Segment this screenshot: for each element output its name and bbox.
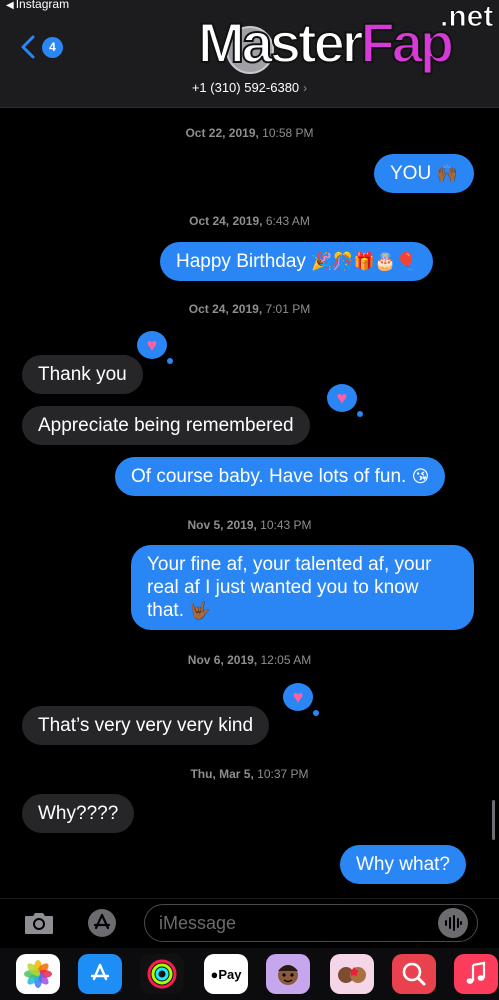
waveform-icon bbox=[445, 915, 462, 931]
conversation-header: ◀ Instagram 4 +1 (310) 592-6380 › MasterFa… bbox=[0, 0, 499, 108]
web-search-app-button[interactable] bbox=[392, 954, 436, 994]
web-search-icon bbox=[402, 962, 426, 986]
back-to-app-link[interactable]: ◀ Instagram bbox=[6, 0, 69, 11]
message-input-placeholder: iMessage bbox=[159, 913, 237, 933]
message-text: YOU bbox=[390, 163, 432, 184]
tapback-reaction[interactable]: ♥ bbox=[324, 381, 363, 417]
timestamp: Oct 24, 2019, 6:43 AM bbox=[189, 214, 310, 228]
message-emoji: 🎉🎊🎁🎂🎈 bbox=[311, 252, 418, 271]
outgoing-message[interactable]: Why what? bbox=[340, 845, 466, 884]
heart-icon: ♥ bbox=[336, 388, 348, 408]
heart-icon: ♥ bbox=[146, 335, 158, 355]
incoming-message[interactable]: Appreciate being remembered bbox=[22, 406, 310, 445]
back-triangle-icon: ◀ bbox=[6, 0, 14, 11]
unread-badge: 4 bbox=[42, 36, 63, 58]
memoji-icon bbox=[278, 965, 298, 985]
incoming-message[interactable]: Why???? bbox=[22, 794, 135, 833]
apple-icon: ● bbox=[210, 966, 219, 982]
outgoing-message[interactable]: Your fine af, your talented af, your rea… bbox=[131, 545, 474, 630]
timestamp: Oct 22, 2019, 10:58 PM bbox=[185, 126, 314, 140]
watermark-accent: Fap bbox=[360, 10, 456, 75]
timestamp: Nov 5, 2019, 10:43 PM bbox=[187, 518, 312, 532]
watermark-main: Master bbox=[197, 10, 365, 75]
app-store-button[interactable] bbox=[82, 907, 122, 939]
outgoing-message[interactable]: Happy Birthday 🎉🎊🎁🎂🎈 bbox=[160, 242, 434, 281]
message-emoji: 🤟🏾 bbox=[189, 601, 211, 620]
photos-app-button[interactable] bbox=[16, 954, 60, 994]
back-app-label: Instagram bbox=[15, 0, 70, 11]
incoming-message[interactable]: Thank you bbox=[22, 355, 143, 394]
message-text: Why???? bbox=[38, 803, 119, 824]
message-emoji: 😘 bbox=[411, 467, 430, 486]
activity-icon bbox=[147, 959, 177, 989]
message-text: Appreciate being remembered bbox=[38, 415, 294, 436]
contact-name-button[interactable]: +1 (310) 592-6380 › bbox=[0, 80, 499, 95]
scrollbar[interactable] bbox=[492, 800, 495, 840]
message-emoji: 🙌🏾 bbox=[436, 164, 458, 183]
chevron-left-icon bbox=[21, 35, 35, 59]
memoji-icon bbox=[338, 967, 366, 983]
message-text: Of course baby. Have lots of fun. bbox=[131, 466, 407, 487]
app-store-icon bbox=[90, 963, 110, 981]
heart-icon: ♥ bbox=[292, 687, 304, 707]
memoji-app-button[interactable] bbox=[266, 954, 310, 994]
camera-icon bbox=[25, 913, 53, 934]
back-button[interactable]: 4 bbox=[18, 34, 63, 60]
compose-bar: iMessage bbox=[0, 898, 499, 948]
photos-icon bbox=[24, 960, 52, 988]
music-app-button[interactable] bbox=[454, 954, 498, 994]
watermark-suffix: .net bbox=[439, 0, 494, 34]
timestamp: Nov 6, 2019, 12:05 AM bbox=[187, 653, 312, 667]
tapback-reaction[interactable]: ♥ bbox=[134, 328, 173, 364]
camera-button[interactable] bbox=[20, 907, 58, 939]
imessage-app-drawer: ● Pay bbox=[0, 948, 499, 1000]
app-store-icon bbox=[88, 909, 116, 937]
voice-message-button[interactable] bbox=[438, 908, 468, 938]
app-store-app-button[interactable] bbox=[78, 954, 122, 994]
chevron-right-icon: › bbox=[303, 81, 308, 95]
avatar[interactable] bbox=[226, 26, 274, 74]
apple-pay-app-button[interactable]: ● Pay bbox=[204, 954, 248, 994]
outgoing-message[interactable]: Of course baby. Have lots of fun. 😘 bbox=[115, 457, 446, 496]
message-text: Why what? bbox=[356, 854, 450, 875]
memoji-stickers-app-button[interactable] bbox=[330, 954, 374, 994]
apple-pay-label: Pay bbox=[218, 966, 242, 982]
outgoing-message[interactable]: YOU 🙌🏾 bbox=[374, 154, 474, 193]
music-icon bbox=[466, 961, 486, 984]
message-text: Happy Birthday bbox=[176, 251, 306, 272]
incoming-message[interactable]: That’s very very very kind bbox=[22, 706, 270, 745]
activity-app-button[interactable] bbox=[140, 954, 184, 994]
message-text: That’s very very very kind bbox=[38, 715, 254, 736]
timestamp: Thu, Mar 5, 10:37 PM bbox=[190, 767, 309, 781]
timestamp: Oct 24, 2019, 7:01 PM bbox=[188, 302, 311, 316]
contact-number: +1 (310) 592-6380 bbox=[191, 80, 300, 95]
message-input[interactable]: iMessage bbox=[144, 904, 478, 942]
message-text: Thank you bbox=[38, 364, 127, 385]
tapback-reaction[interactable]: ♥ bbox=[280, 680, 319, 716]
